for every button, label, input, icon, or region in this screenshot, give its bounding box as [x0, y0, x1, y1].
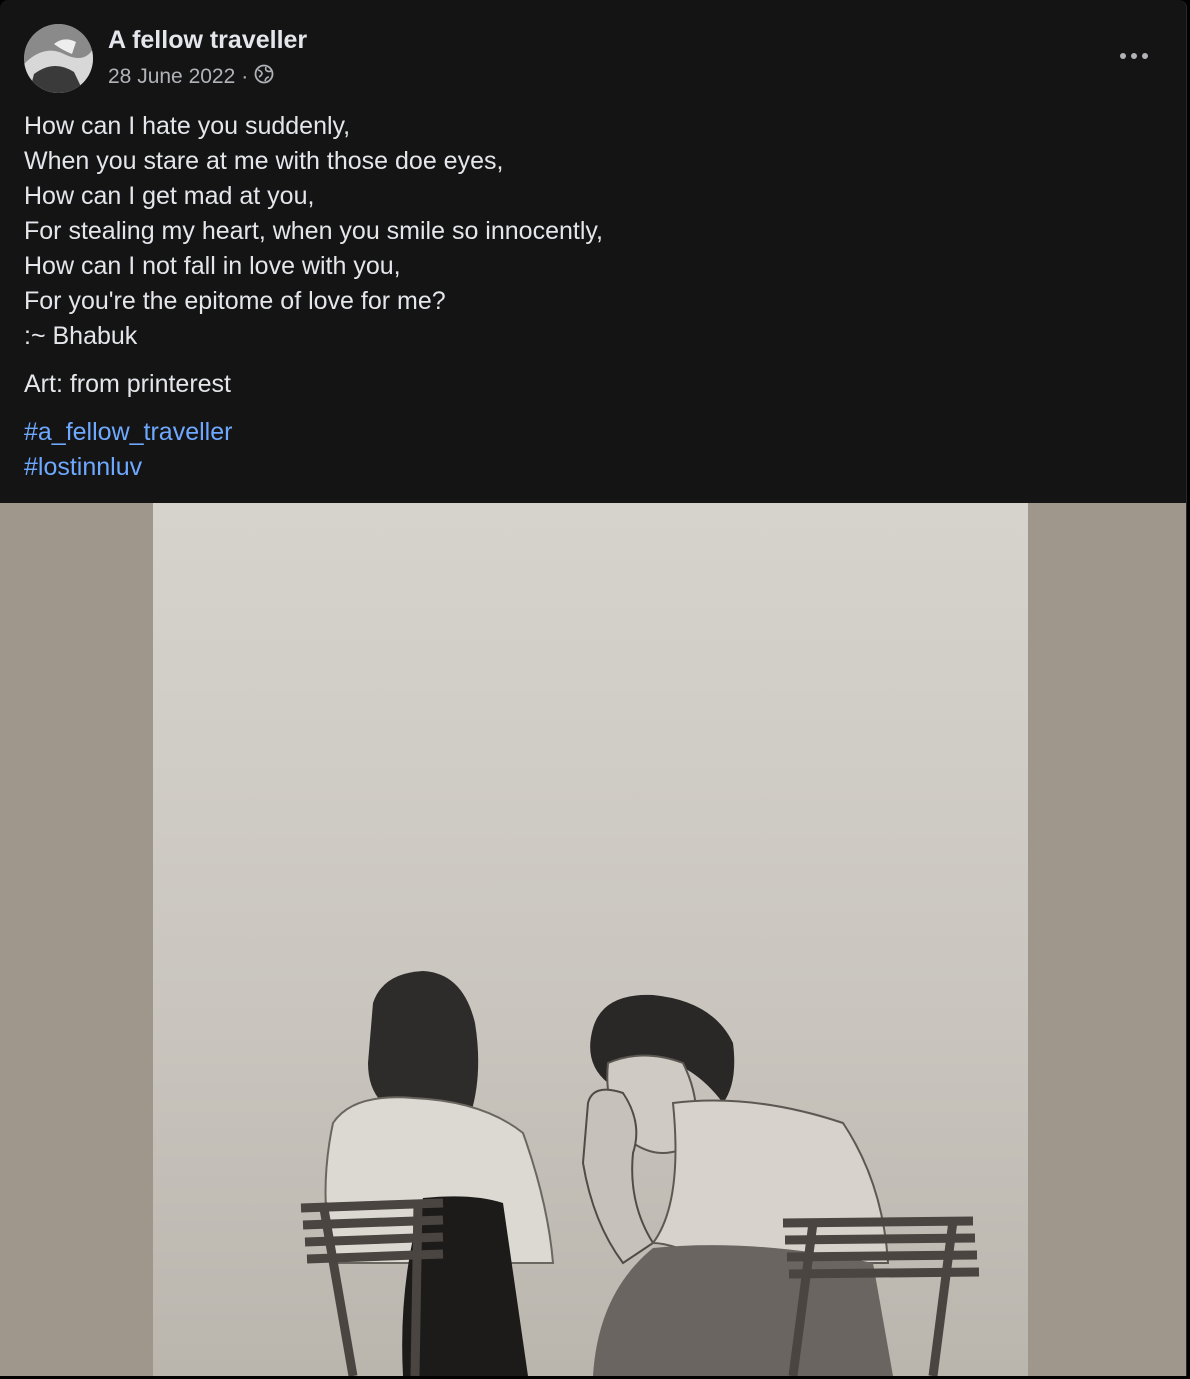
poem-line: For you're the epitome of love for me? [24, 287, 446, 315]
poem-signature: :~ Bhabuk [24, 322, 138, 350]
globe-icon [254, 64, 274, 90]
poem-line: When you stare at me with those doe eyes… [24, 147, 504, 175]
poem-line: For stealing my heart, when you smile so… [24, 217, 603, 245]
avatar[interactable] [24, 24, 93, 93]
author-name[interactable]: A fellow traveller [108, 26, 307, 55]
avatar-image [24, 24, 93, 93]
poem-line: How can I hate you suddenly, [24, 112, 351, 140]
hashtag-link[interactable]: #a_fellow_traveller [24, 415, 1154, 450]
poem-line: How can I get mad at you, [24, 182, 315, 210]
post-text: How can I hate you suddenly, When you st… [24, 109, 1154, 485]
sketch-illustration [300, 971, 980, 1376]
post-date[interactable]: 28 June 2022 [108, 65, 235, 89]
post-card: A fellow traveller 28 June 2022 · How ca… [0, 0, 1187, 1376]
hashtag-link[interactable]: #lostinnluv [24, 450, 1154, 485]
more-options-button[interactable] [1112, 38, 1156, 74]
post-meta: 28 June 2022 · [108, 64, 274, 90]
more-options-icon [1120, 53, 1148, 59]
meta-separator: · [241, 65, 249, 88]
post-media[interactable] [0, 503, 1186, 1376]
post-header: A fellow traveller 28 June 2022 · [24, 24, 1164, 94]
poem-line: How can I not fall in love with you, [24, 252, 401, 280]
art-credit: Art: from printerest [24, 370, 231, 398]
post-image[interactable] [153, 503, 1028, 1376]
